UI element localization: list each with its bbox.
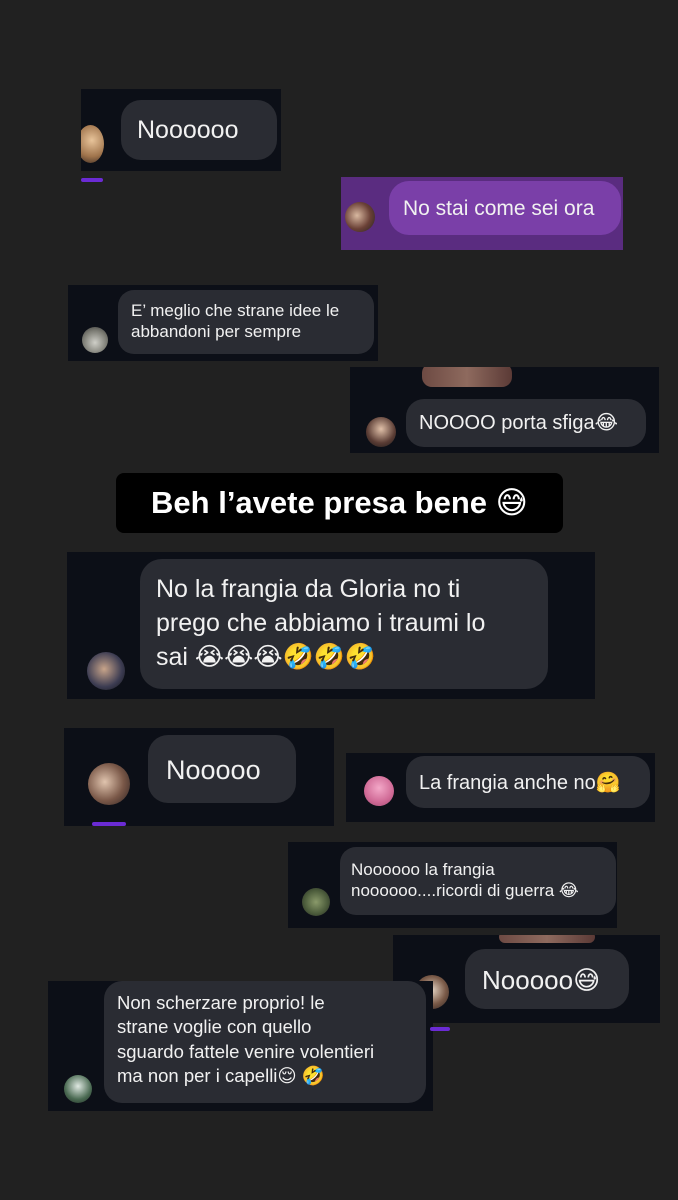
- message-bubble[interactable]: Noooooo la frangia noooooo....ricordi di…: [340, 847, 616, 915]
- message-bubble[interactable]: Nooooo: [148, 735, 296, 803]
- message-bubble[interactable]: No stai come sei ora: [389, 181, 621, 235]
- avatar[interactable]: [345, 202, 375, 232]
- avatar[interactable]: [88, 763, 130, 805]
- story-caption: Beh l’avete presa bene 😅: [116, 473, 563, 533]
- avatar[interactable]: [82, 327, 108, 353]
- avatar[interactable]: [366, 417, 396, 447]
- message-card: Noooooo la frangia noooooo....ricordi di…: [288, 842, 617, 928]
- avatar[interactable]: [364, 776, 394, 806]
- message-bubble[interactable]: Nooooo😅: [465, 949, 629, 1009]
- message-card: No stai come sei ora: [341, 177, 623, 250]
- avatar[interactable]: [81, 125, 104, 163]
- photo-preview: [499, 935, 595, 943]
- message-card: La frangia anche no🤗: [346, 753, 655, 822]
- message-card: Noooooo: [81, 89, 281, 171]
- message-card: Non scherzare proprio! le strane voglie …: [48, 981, 433, 1111]
- message-bubble[interactable]: NOOOO porta sfiga😂: [406, 399, 646, 447]
- message-card: Nooooo: [64, 728, 334, 826]
- story-progress-strip: [81, 178, 103, 182]
- message-bubble[interactable]: No la frangia da Gloria no ti prego che …: [140, 559, 548, 689]
- story-progress-strip: [92, 822, 126, 826]
- message-bubble[interactable]: E’ meglio che strane idee le abbandoni p…: [118, 290, 374, 354]
- message-card: E’ meglio che strane idee le abbandoni p…: [68, 285, 378, 361]
- message-card: Nooooo😅: [393, 935, 660, 1023]
- message-bubble[interactable]: Non scherzare proprio! le strane voglie …: [104, 981, 426, 1103]
- avatar[interactable]: [64, 1075, 92, 1103]
- avatar[interactable]: [87, 652, 125, 690]
- message-card: No la frangia da Gloria no ti prego che …: [67, 552, 595, 699]
- message-bubble[interactable]: Noooooo: [121, 100, 277, 160]
- avatar[interactable]: [302, 888, 330, 916]
- story-progress-strip: [430, 1027, 450, 1031]
- message-card: NOOOO porta sfiga😂: [350, 367, 659, 453]
- message-bubble[interactable]: La frangia anche no🤗: [406, 756, 650, 808]
- photo-preview: [422, 367, 512, 387]
